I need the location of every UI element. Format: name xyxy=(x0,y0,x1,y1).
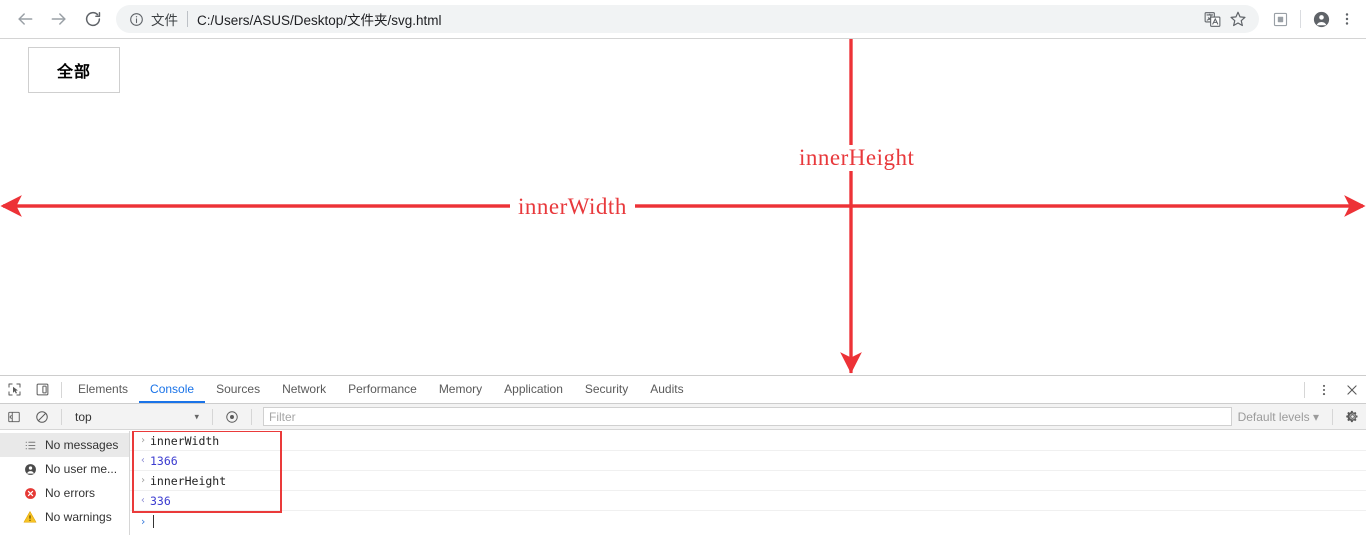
console-text-cursor xyxy=(153,514,154,528)
console-log-levels-select[interactable]: Default levels ▾ xyxy=(1238,410,1327,424)
sidebar-item-label: No messages xyxy=(45,438,119,452)
console-filter-input[interactable]: Filter xyxy=(263,407,1232,426)
console-row-text: innerHeight xyxy=(150,473,227,488)
console-output-marker: ‹ xyxy=(139,495,147,506)
omnibox-divider xyxy=(187,11,188,27)
star-icon[interactable] xyxy=(1225,6,1251,32)
console-row-output: ‹ 1366 xyxy=(130,451,1366,471)
back-button[interactable] xyxy=(8,2,42,36)
close-x-icon[interactable] xyxy=(1338,376,1366,403)
omnibox-actions xyxy=(1199,6,1251,32)
tab-elements[interactable]: Elements xyxy=(67,376,139,403)
person-avatar-icon xyxy=(22,461,38,477)
omnibox-scheme-label: 文件 xyxy=(151,13,178,28)
chevron-down-icon: ▾ xyxy=(194,411,199,421)
filterbar-separator-4 xyxy=(1332,408,1333,425)
toolbar-right-actions xyxy=(1267,6,1366,32)
error-circle-icon xyxy=(22,485,38,501)
arrow-left-icon xyxy=(15,9,35,29)
reload-icon xyxy=(84,10,102,28)
console-prompt-caret-icon: › xyxy=(139,514,147,528)
console-row-text: 336 xyxy=(150,493,171,508)
inner-height-label: innerHeight xyxy=(791,145,923,171)
devtools-panel: Elements Console Sources Network Perform… xyxy=(0,375,1366,535)
chevron-down-icon: ▾ xyxy=(1312,409,1319,424)
sidebar-item-label: No errors xyxy=(45,486,96,500)
console-message-list[interactable]: › innerWidth ‹ 1366 › innerHeight ‹ 336 … xyxy=(130,431,1366,535)
devtools-tabbar: Elements Console Sources Network Perform… xyxy=(0,376,1366,404)
tab-performance[interactable]: Performance xyxy=(337,376,428,403)
console-input-marker: › xyxy=(139,435,147,446)
console-row-text: 1366 xyxy=(150,453,178,468)
console-context-select[interactable]: top ▾ xyxy=(67,407,207,427)
omnibox[interactable]: 文件 C:/Users/ASUS/Desktop/文件夹/svg.html xyxy=(116,5,1259,33)
inner-width-label: innerWidth xyxy=(510,194,635,220)
tab-memory[interactable]: Memory xyxy=(428,376,493,403)
console-input-marker: › xyxy=(139,475,147,486)
filterbar-separator-3 xyxy=(251,408,252,425)
toolbar-separator xyxy=(1300,10,1301,28)
all-button[interactable]: 全部 xyxy=(28,47,120,93)
reload-button[interactable] xyxy=(76,2,110,36)
clear-console-ban-icon[interactable] xyxy=(28,410,56,424)
console-row-output: ‹ 336 xyxy=(130,491,1366,511)
device-toolbar-icon[interactable] xyxy=(28,376,56,403)
filterbar-separator-1 xyxy=(61,408,62,425)
devtools-tabbar-separator xyxy=(61,381,62,398)
page-viewport: 全部 innerHeight innerWidth xyxy=(0,39,1366,375)
console-row-input: › innerWidth xyxy=(130,431,1366,451)
arrow-right-icon xyxy=(49,9,69,29)
tab-security[interactable]: Security xyxy=(574,376,639,403)
sidebar-item-no-warnings[interactable]: No warnings xyxy=(0,505,129,529)
warning-triangle-icon xyxy=(22,509,38,525)
list-messages-icon xyxy=(22,437,38,453)
translate-icon[interactable] xyxy=(1199,6,1225,32)
tab-application[interactable]: Application xyxy=(493,376,574,403)
sidebar-item-no-messages[interactable]: No messages xyxy=(0,433,129,457)
console-sidebar-toggle-icon[interactable] xyxy=(0,410,28,424)
sidebar-item-no-user-messages[interactable]: No user me... xyxy=(0,457,129,481)
console-filter-placeholder: Filter xyxy=(269,409,296,424)
console-body: No messages No user me... No errors No w… xyxy=(0,431,1366,535)
dimension-annotation-arrows xyxy=(0,39,1366,374)
devtools-right-separator xyxy=(1304,381,1305,398)
tabbar-spacer xyxy=(695,376,1299,403)
forward-button[interactable] xyxy=(42,2,76,36)
cast-square-icon[interactable] xyxy=(1267,6,1293,32)
omnibox-url-text[interactable]: C:/Users/ASUS/Desktop/文件夹/svg.html xyxy=(197,9,1193,29)
live-expression-eye-icon[interactable] xyxy=(218,410,246,424)
sidebar-item-label: No user me... xyxy=(45,462,118,476)
inspect-element-icon[interactable] xyxy=(0,376,28,403)
console-filter-bar: top ▾ Filter Default levels ▾ xyxy=(0,404,1366,430)
console-prompt[interactable]: › xyxy=(130,511,1366,531)
tab-console[interactable]: Console xyxy=(139,376,206,403)
console-output-marker: ‹ xyxy=(139,455,147,466)
three-dot-menu-icon[interactable] xyxy=(1334,6,1360,32)
devtools-more-menu-icon[interactable] xyxy=(1310,376,1338,403)
person-avatar-icon[interactable] xyxy=(1308,6,1334,32)
console-row-input: › innerHeight xyxy=(130,471,1366,491)
sidebar-item-no-errors[interactable]: No errors xyxy=(0,481,129,505)
sidebar-item-label: No warnings xyxy=(45,510,112,524)
browser-toolbar: 文件 C:/Users/ASUS/Desktop/文件夹/svg.html xyxy=(0,0,1366,39)
info-circle-icon[interactable] xyxy=(128,11,144,27)
console-row-text: innerWidth xyxy=(150,433,220,448)
tab-audits[interactable]: Audits xyxy=(639,376,694,403)
console-log-levels-value: Default levels xyxy=(1237,409,1310,424)
tab-network[interactable]: Network xyxy=(271,376,337,403)
tab-sources[interactable]: Sources xyxy=(205,376,271,403)
gear-icon[interactable] xyxy=(1338,409,1366,424)
filterbar-separator-2 xyxy=(212,408,213,425)
console-sidebar: No messages No user me... No errors No w… xyxy=(0,431,130,535)
console-context-value: top xyxy=(75,409,92,424)
